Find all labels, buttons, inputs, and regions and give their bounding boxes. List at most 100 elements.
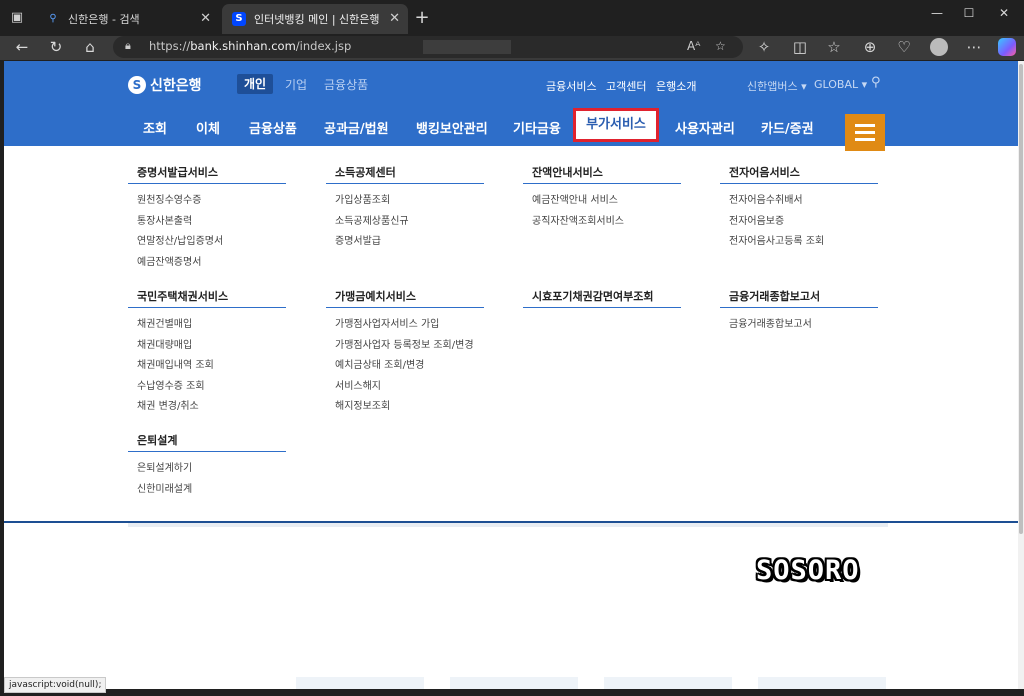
group-title: 가맹금예치서비스 (326, 286, 484, 308)
menu-item[interactable]: 소득공제상품신규 (326, 212, 484, 233)
content-card (758, 677, 886, 689)
global-select[interactable]: GLOBAL ▾ (814, 78, 867, 91)
refresh-icon[interactable]: ↻ (44, 36, 68, 60)
menu-item[interactable]: 해지정보조회 (326, 397, 484, 418)
group-title: 금융거래종합보고서 (720, 286, 878, 308)
menu-item[interactable]: 채권대량매입 (128, 336, 286, 357)
logo-text: 신한은행 (150, 78, 202, 94)
gnb-security[interactable]: 뱅킹보안관리 (416, 118, 488, 137)
menu-item[interactable]: 공직자잔액조회서비스 (523, 212, 681, 233)
lock-icon[interactable]: 🔒︎ (125, 39, 131, 53)
browser-window: { "browser": { "tabs": [ {"title": "신한은행… (0, 0, 1024, 696)
menu-item[interactable]: 채권건별매입 (128, 315, 286, 336)
group-title: 국민주택채권서비스 (128, 286, 286, 308)
favorites-icon[interactable]: ☆ (822, 36, 846, 60)
tab-strip: ▣ ⚲ 신한은행 - 검색 ✕ S 인터넷뱅킹 메인 | 신한은행 개인 ✕ +… (0, 0, 1024, 36)
menu-item[interactable]: 가맹점사업자서비스 가입 (326, 315, 484, 336)
close-tab-icon[interactable]: ✕ (389, 11, 400, 26)
chevron-down-icon: ▾ (801, 80, 807, 93)
tab-title: 신한은행 - 검색 (68, 13, 140, 26)
tab-search[interactable]: ⚲ 신한은행 - 검색 ✕ (36, 4, 219, 34)
util-customer-center[interactable]: 고객센터 (606, 78, 646, 94)
read-aloud-icon[interactable]: Aᴬ (687, 39, 700, 53)
performance-icon[interactable]: ♡ (892, 36, 916, 60)
minimize-button[interactable]: — (922, 3, 952, 23)
menu-column-3-group-2: 시효포기채권감면여부조회 (523, 286, 681, 308)
shinhan-favicon-icon: S (232, 12, 246, 26)
menu-column-4: 전자어음서비스 전자어음수취배서 전자어음보증 전자어음사고등록 조회 (720, 162, 878, 253)
gnb-other-finance[interactable]: 기타금융 (513, 118, 561, 137)
redacted-url-part (423, 40, 511, 54)
home-icon[interactable]: ⌂ (78, 36, 102, 60)
site-header: S 신한은행 개인 기업 금융상품 금융서비스 고객센터 은행소개 신한앱버스 … (4, 61, 1018, 151)
shinhan-logo[interactable]: S 신한은행 (128, 75, 202, 95)
segment-business[interactable]: 기업 (285, 76, 307, 93)
status-bar-text: javascript:void(null); (4, 677, 107, 693)
menu-item[interactable]: 수납영수증 조회 (128, 377, 286, 398)
back-arrow-icon[interactable]: ← (10, 36, 34, 60)
menu-column-2-group-2: 가맹금예치서비스 가맹점사업자서비스 가입 가맹점사업자 등록정보 조회/변경 … (326, 286, 484, 418)
util-financial-services[interactable]: 금융서비스 (546, 78, 597, 94)
gnb-additional-services[interactable]: 부가서비스 (573, 108, 659, 142)
profile-avatar[interactable] (930, 38, 948, 56)
menu-item[interactable]: 채권 변경/취소 (128, 397, 286, 418)
new-tab-button[interactable]: + (412, 6, 432, 30)
menu-column-3: 잔액안내서비스 예금잔액안내 서비스 공직자잔액조회서비스 (523, 162, 681, 232)
search-icon: ⚲ (49, 13, 57, 24)
menu-item[interactable]: 가입상품조회 (326, 191, 484, 212)
tab-actions-icon[interactable]: ▣ (6, 7, 28, 29)
menu-item[interactable]: 예치금상태 조회/변경 (326, 356, 484, 377)
more-options-icon[interactable]: ⋯ (962, 36, 986, 60)
util-about-bank[interactable]: 은행소개 (656, 78, 696, 94)
content-card (450, 677, 578, 689)
gnb-user-management[interactable]: 사용자관리 (675, 118, 735, 137)
favorite-star-icon[interactable]: ☆ (715, 39, 726, 53)
menu-item[interactable]: 전자어음사고등록 조회 (720, 232, 878, 253)
address-bar[interactable]: 🔒︎ https://bank.shinhan.com/index.jsp Aᴬ… (113, 36, 743, 58)
menu-item[interactable]: 전자어음보증 (720, 212, 878, 233)
menu-item[interactable]: 예금잔액증명서 (128, 253, 286, 274)
gnb-card-securities[interactable]: 카드/증권 (761, 118, 814, 137)
menu-item[interactable]: 연말정산/납입증명서 (128, 232, 286, 253)
maximize-button[interactable]: ☐ (954, 3, 984, 23)
menu-item[interactable]: 은퇴설계하기 (128, 459, 286, 480)
chevron-down-icon: ▾ (861, 78, 868, 91)
segment-products[interactable]: 금융상품 (324, 76, 368, 93)
menu-column-1: 증명서발급서비스 원천징수영수증 통장사본출력 연말정산/납입증명서 예금잔액증… (128, 162, 286, 273)
group-title: 은퇴설계 (128, 430, 286, 452)
tab-shinhan[interactable]: S 인터넷뱅킹 메인 | 신한은행 개인 ✕ (222, 4, 408, 34)
menu-column-2: 소득공제센터 가입상품조회 소득공제상품신규 증명서발급 (326, 162, 484, 253)
menu-item[interactable]: 증명서발급 (326, 232, 484, 253)
url-text: https://bank.shinhan.com/index.jsp (149, 39, 352, 53)
copilot-icon[interactable] (998, 38, 1016, 56)
family-site-select[interactable]: 신한앱버스 ▾ (747, 78, 807, 94)
gnb-transfer[interactable]: 이체 (196, 118, 220, 137)
navigation-bar: ← ↻ ⌂ 🔒︎ https://bank.shinhan.com/index.… (0, 36, 1024, 60)
menu-column-4-group-2: 금융거래종합보고서 금융거래종합보고서 (720, 286, 878, 336)
group-title-link[interactable]: 시효포기채권감면여부조회 (523, 286, 681, 308)
gnb-inquiry[interactable]: 조회 (143, 118, 167, 137)
menu-item[interactable]: 서비스해지 (326, 377, 484, 398)
menu-item-passbook-copy[interactable]: 통장사본출력 (137, 212, 192, 227)
menu-item[interactable]: 전자어음수취배서 (720, 191, 878, 212)
menu-item[interactable]: 신한미래설계 (128, 480, 286, 501)
page-viewport: S 신한은행 개인 기업 금융상품 금융서비스 고객센터 은행소개 신한앱버스 … (4, 61, 1018, 689)
hamburger-menu-icon[interactable] (845, 114, 885, 151)
menu-item[interactable]: 채권매입내역 조회 (128, 356, 286, 377)
menu-item[interactable]: 원천징수영수증 (128, 191, 286, 212)
extensions-icon[interactable]: ✧ (752, 36, 776, 60)
group-title: 잔액안내서비스 (523, 162, 681, 184)
collections-icon[interactable]: ⊕ (858, 36, 882, 60)
split-screen-icon[interactable]: ◫ (788, 36, 812, 60)
window-close-button[interactable]: ✕ (989, 3, 1019, 23)
gnb-products[interactable]: 금융상품 (249, 118, 297, 137)
content-card (604, 677, 732, 689)
search-icon[interactable]: ⚲ (871, 75, 881, 90)
menu-item[interactable]: 예금잔액안내 서비스 (523, 191, 681, 212)
close-tab-icon[interactable]: ✕ (200, 11, 211, 26)
segment-personal[interactable]: 개인 (237, 74, 273, 94)
menu-item[interactable]: 금융거래종합보고서 (720, 315, 878, 336)
scroll-thumb[interactable] (1019, 64, 1023, 534)
gnb-bills-court[interactable]: 공과금/법원 (324, 118, 389, 137)
menu-item[interactable]: 가맹점사업자 등록정보 조회/변경 (326, 336, 484, 357)
